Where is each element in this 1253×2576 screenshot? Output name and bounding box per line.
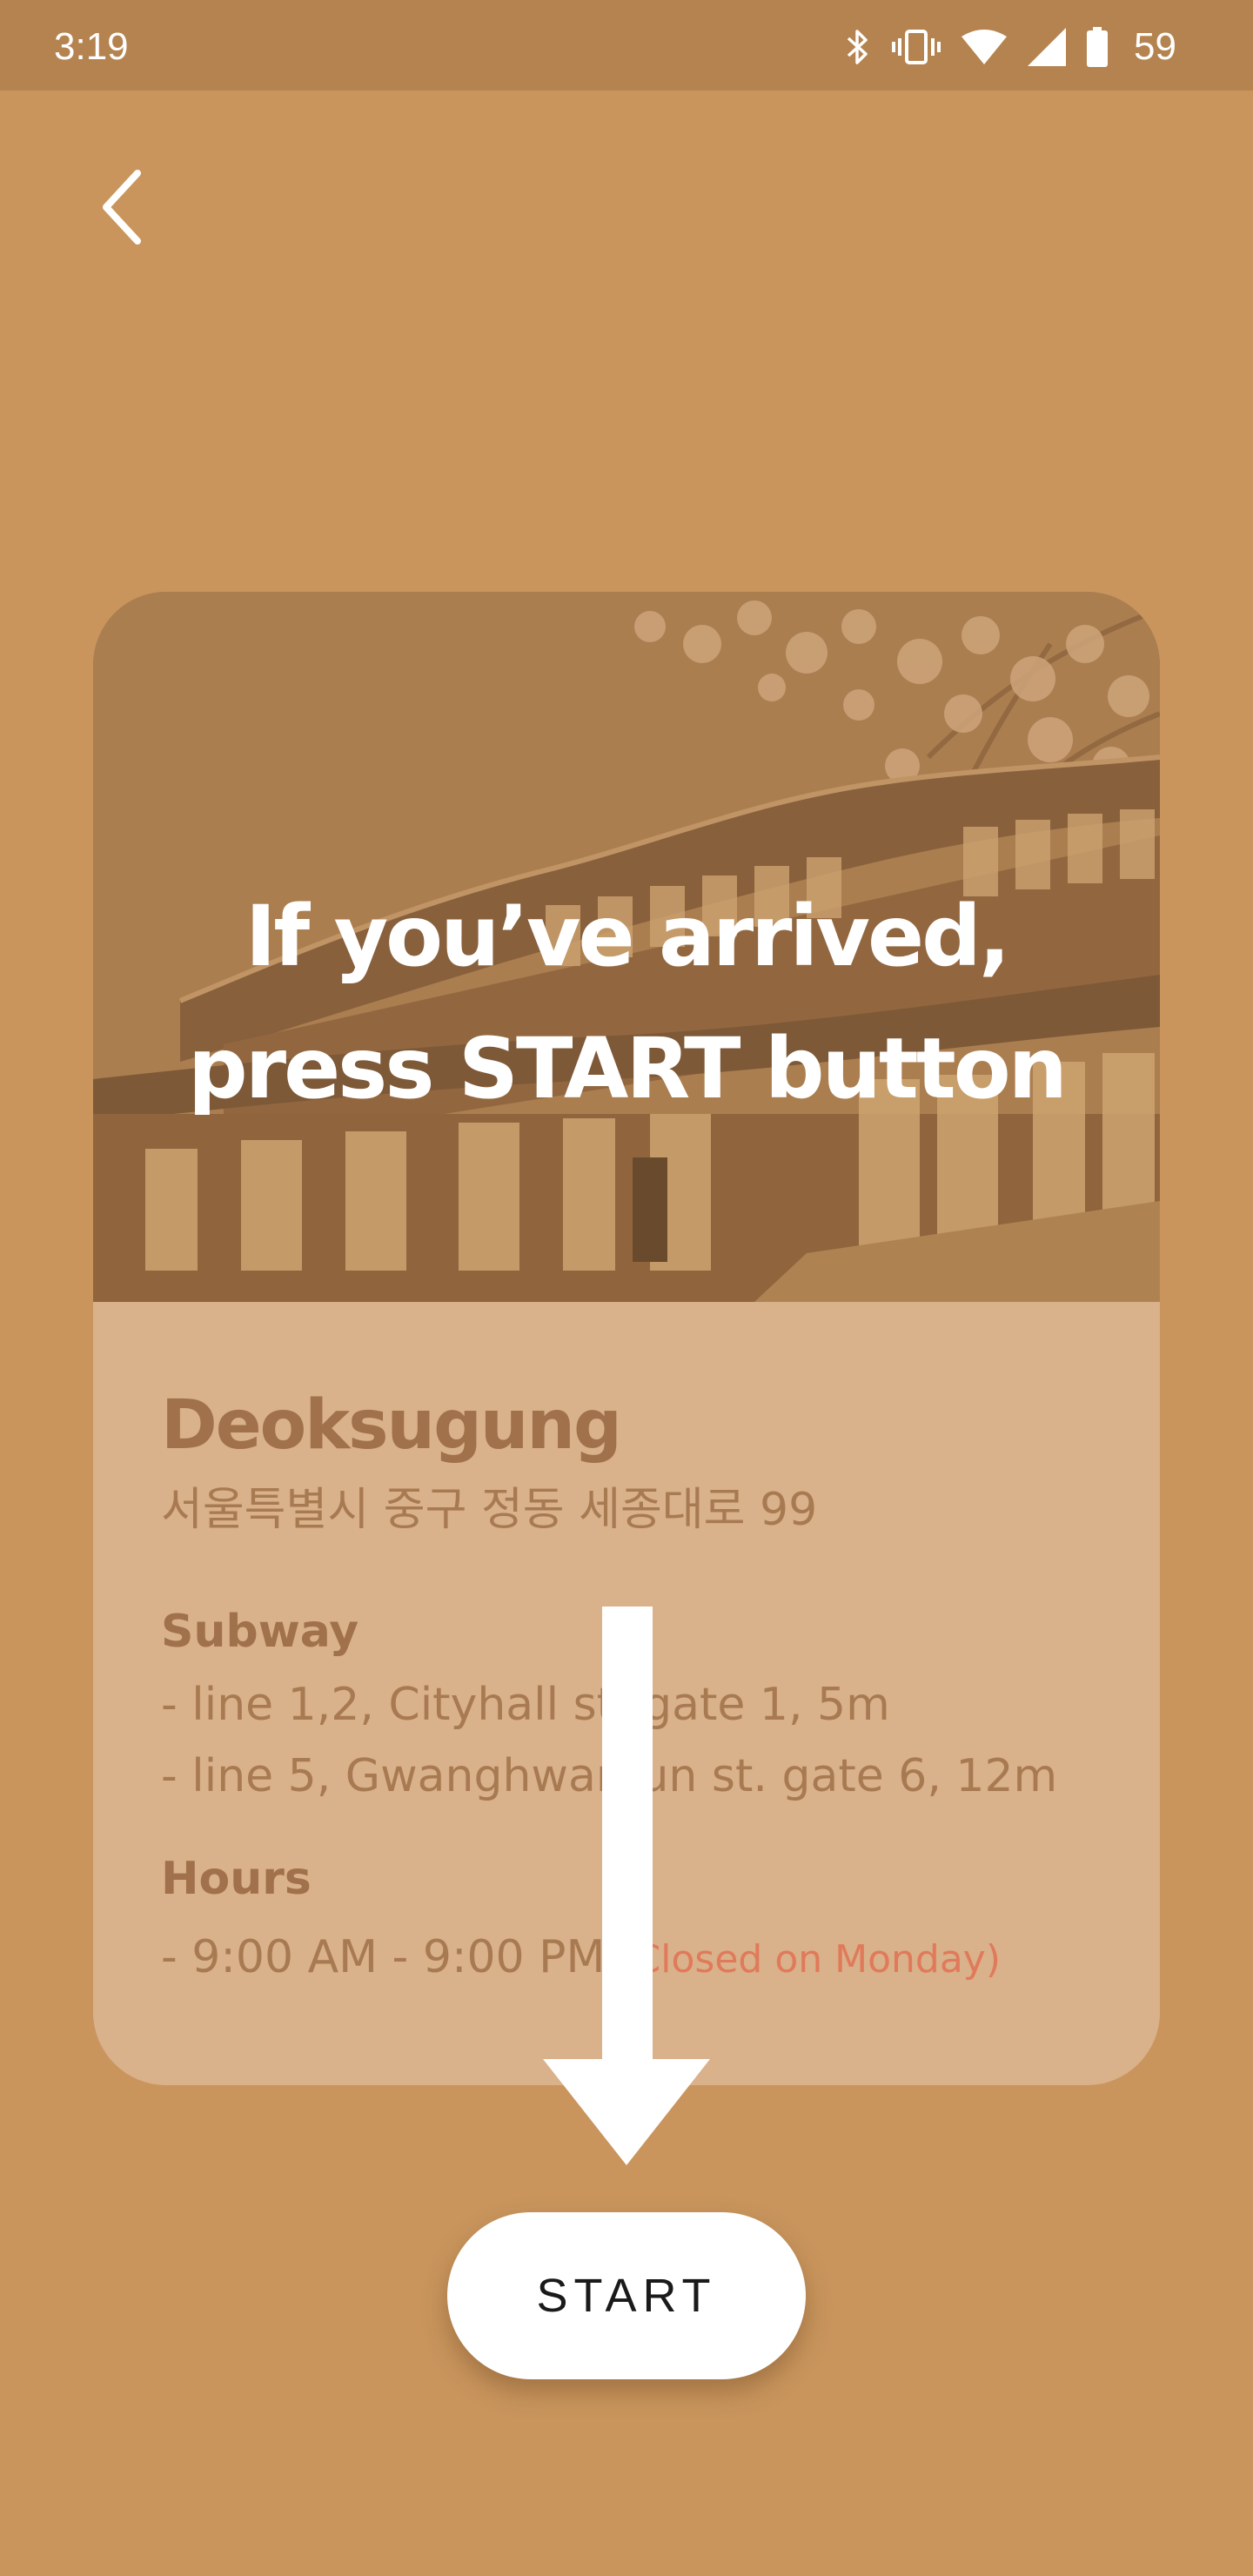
status-bar: 3:19 59 xyxy=(0,0,1253,91)
vibrate-icon xyxy=(892,26,941,68)
place-info: Deoksugung 서울특별시 중구 정동 세종대로 99 Subway - … xyxy=(93,1302,1160,2085)
start-button[interactable]: START xyxy=(447,2212,806,2379)
place-address: 서울특별시 중구 정동 세종대로 99 xyxy=(161,1484,818,1536)
hours-row: - 9:00 AM - 9:00 PM (Closed on Monday) xyxy=(161,1927,1001,1990)
hero-title: If you’ve arrived, press START button xyxy=(188,888,1068,1117)
hours-time: - 9:00 AM - 9:00 PM xyxy=(161,1931,606,1983)
subway-label: Subway xyxy=(161,1606,359,1658)
closed-note: (Closed on Monday) xyxy=(619,1937,1001,1982)
bluetooth-icon xyxy=(845,26,871,68)
back-button[interactable] xyxy=(84,160,160,258)
status-time: 3:19 xyxy=(54,25,129,68)
battery-percent: 59 xyxy=(1134,25,1176,68)
hero-image: If you’ve arrived, press START button xyxy=(93,592,1160,1302)
battery-icon xyxy=(1087,27,1109,67)
destination-card: If you’ve arrived, press START button De… xyxy=(93,592,1160,2085)
place-name: Deoksugung xyxy=(161,1386,622,1465)
wifi-icon xyxy=(962,28,1008,66)
chevron-left-icon xyxy=(96,168,148,251)
subway-line-1: - line 1,2, Cityhall st. gate 1, 5m xyxy=(161,1679,890,1731)
hours-label: Hours xyxy=(161,1853,312,1905)
subway-line-2: - line 5, Gwanghwamun st. gate 6, 12m xyxy=(161,1750,1058,1802)
cell-signal-icon xyxy=(1028,28,1067,66)
status-icons: 59 xyxy=(845,23,1176,71)
